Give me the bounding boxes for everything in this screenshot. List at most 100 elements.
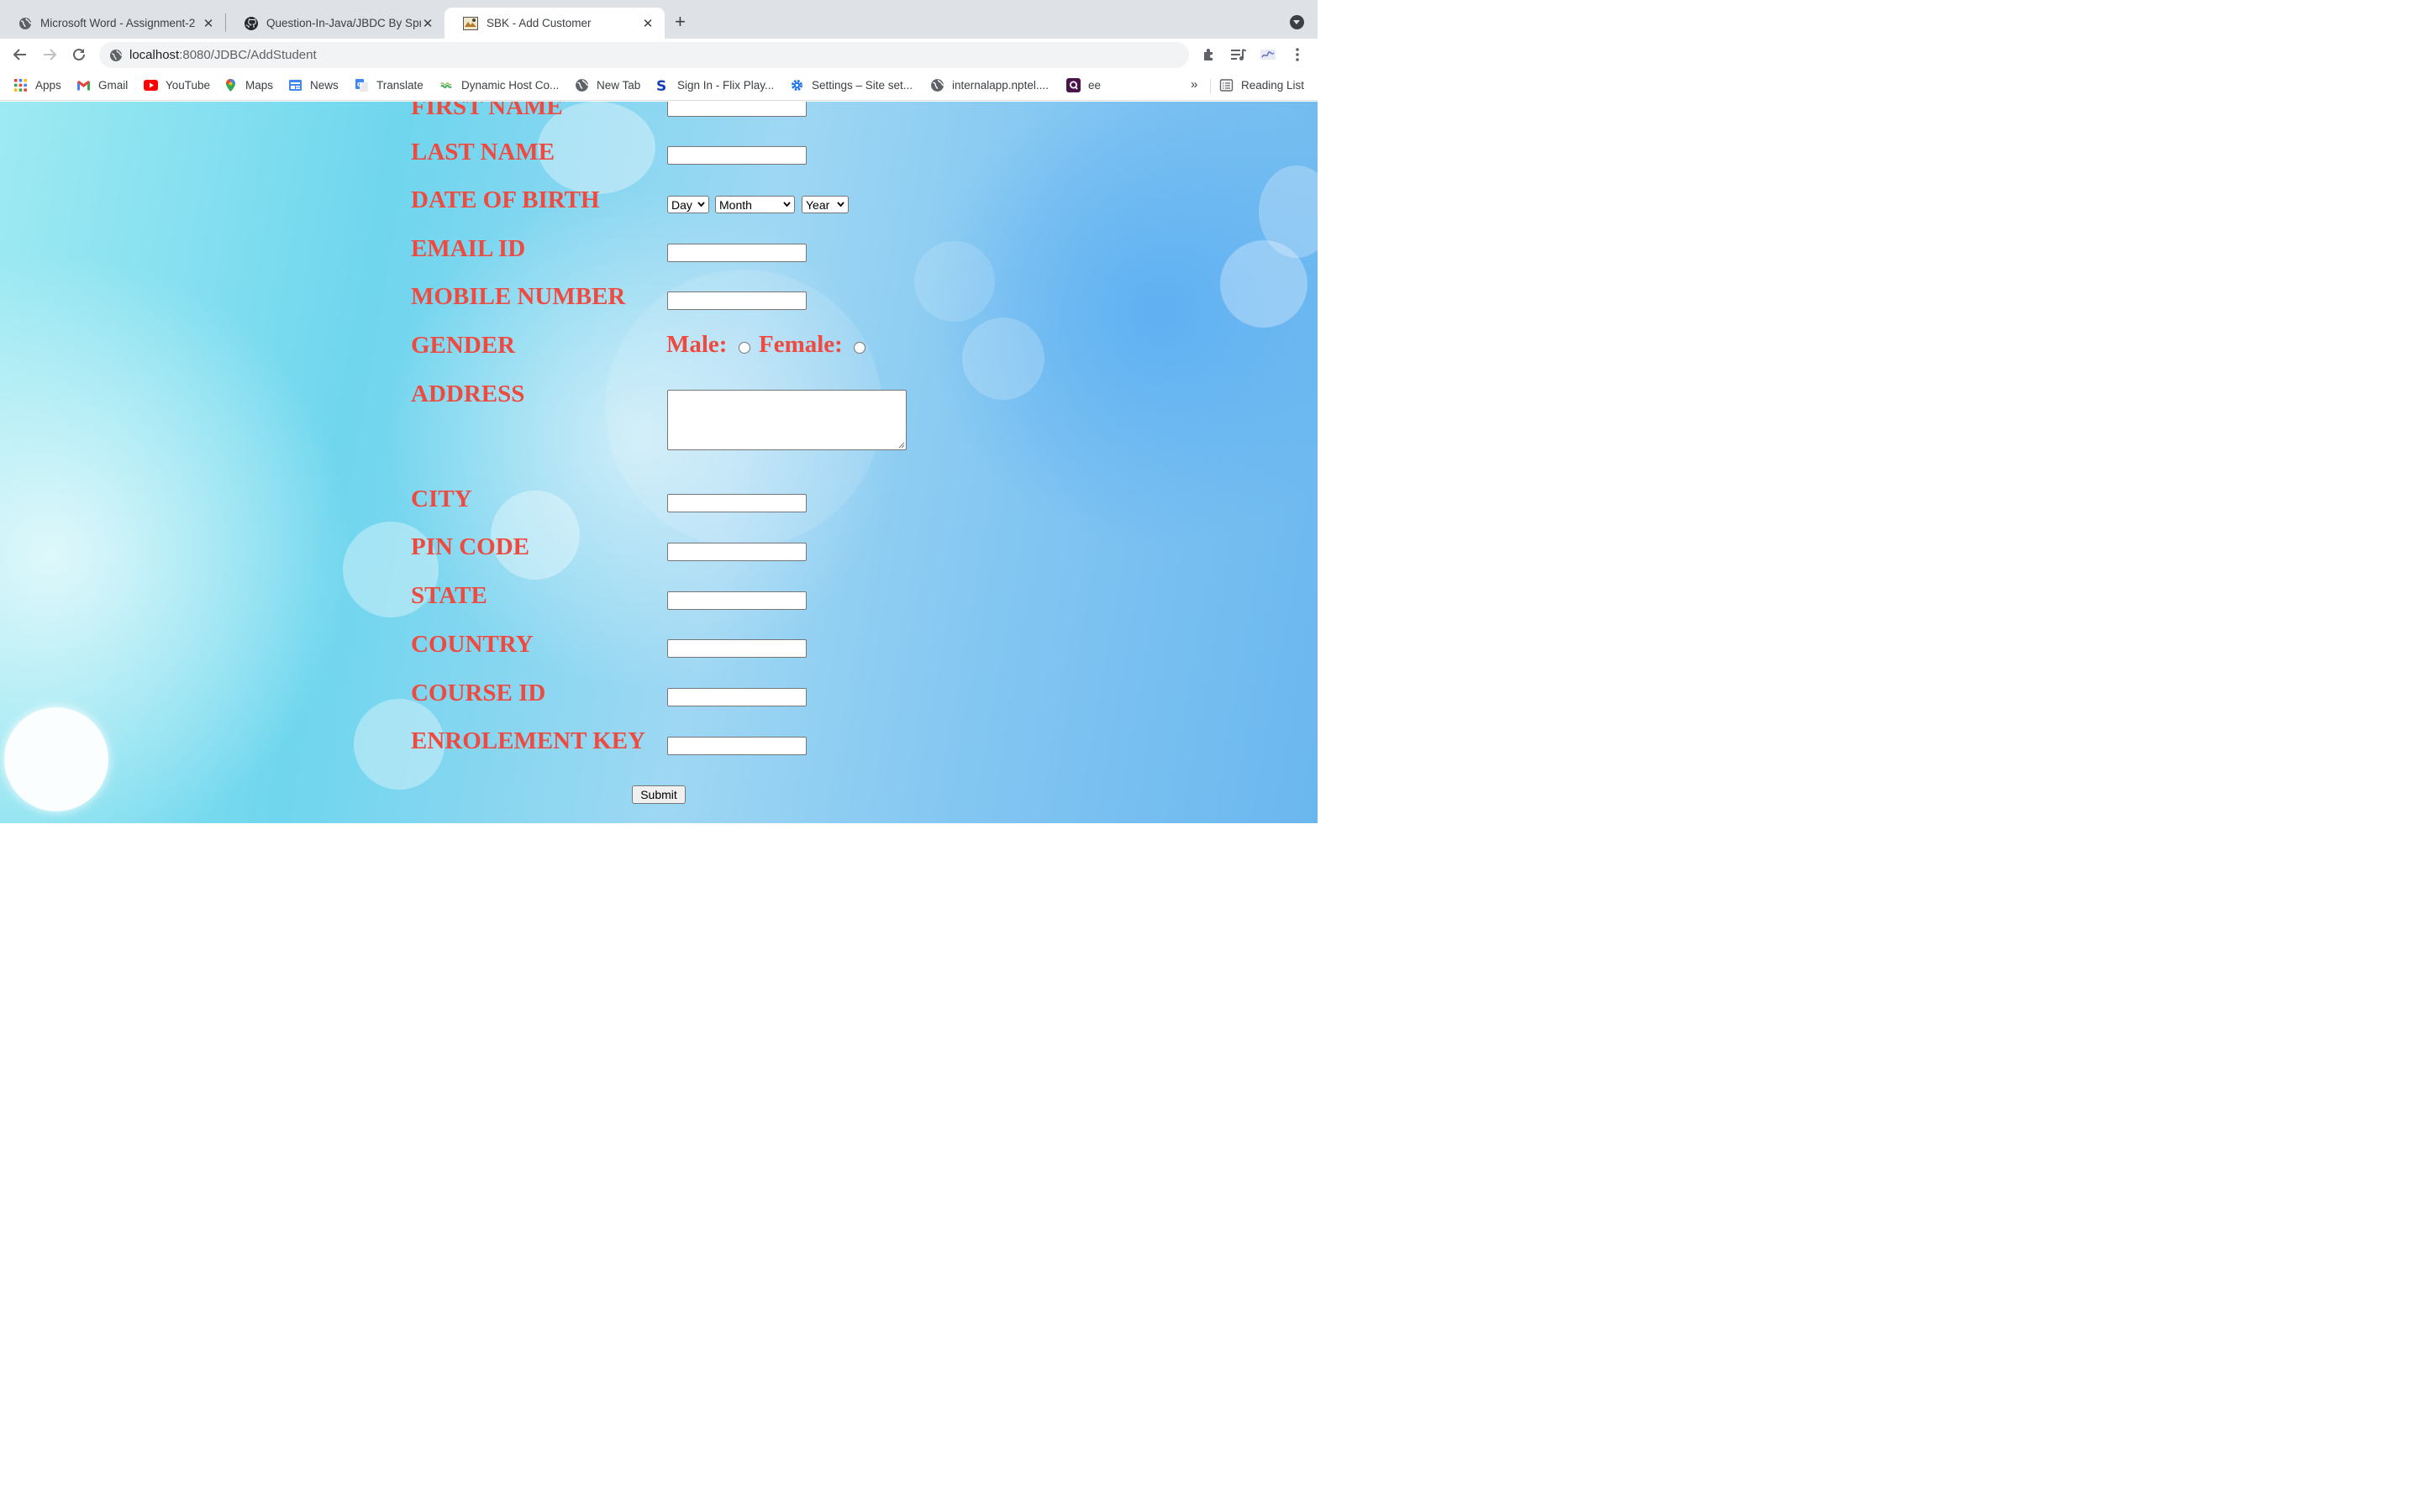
bookmark-news[interactable]: News bbox=[288, 78, 339, 92]
media-controls-icon[interactable] bbox=[1230, 46, 1247, 63]
bookmark-settings[interactable]: Settings – Site set... bbox=[790, 78, 913, 92]
email-id-label: EMAIL ID bbox=[411, 235, 526, 262]
bookmark-label: Sign In - Flix Play... bbox=[677, 79, 775, 92]
bookmark-apps[interactable]: Apps bbox=[13, 78, 61, 92]
globe-icon bbox=[19, 17, 32, 29]
dob-year-select[interactable]: Year bbox=[802, 196, 849, 213]
enrolement-key-label: ENROLEMENT KEY bbox=[411, 727, 646, 754]
state-input[interactable] bbox=[667, 591, 807, 610]
address-textarea[interactable] bbox=[667, 390, 907, 450]
country-label: COUNTRY bbox=[411, 631, 534, 658]
more-menu-icon[interactable] bbox=[1289, 46, 1306, 63]
bookmarks-overflow-button[interactable]: » bbox=[1191, 77, 1197, 92]
bookmark-label: ee bbox=[1088, 79, 1102, 92]
bookmark-new-tab[interactable]: New Tab bbox=[575, 78, 640, 92]
city-label: CITY bbox=[411, 486, 472, 512]
gmail-icon bbox=[77, 81, 90, 91]
svg-text:S: S bbox=[656, 78, 666, 92]
tab-title: Question-In-Java/JBDC By Spring bbox=[266, 17, 421, 29]
bokeh-bubble bbox=[962, 318, 1044, 400]
pin-code-input[interactable] bbox=[667, 543, 807, 561]
new-tab-button[interactable]: + bbox=[675, 12, 686, 32]
forward-button[interactable] bbox=[40, 45, 59, 64]
bookmark-label: Gmail bbox=[98, 79, 129, 92]
chevron-down-icon bbox=[783, 202, 791, 207]
apps-grid-icon bbox=[14, 79, 27, 92]
first-name-input[interactable] bbox=[667, 102, 807, 117]
news-icon bbox=[289, 80, 302, 91]
reading-list-button[interactable]: Reading List bbox=[1219, 78, 1304, 92]
close-icon[interactable]: ✕ bbox=[202, 16, 215, 31]
tab-sbk-add-customer[interactable]: SBK - Add Customer ✕ bbox=[445, 8, 665, 39]
maps-icon bbox=[226, 79, 235, 92]
site-info-icon[interactable] bbox=[109, 49, 123, 62]
bookmark-ee[interactable]: ee bbox=[1066, 78, 1101, 92]
ee-icon bbox=[1066, 78, 1081, 92]
bookmark-label: News bbox=[310, 79, 339, 92]
bookmark-label: Settings – Site set... bbox=[812, 79, 913, 92]
bookmark-flix-play[interactable]: S Sign In - Flix Play... bbox=[655, 78, 774, 92]
bookmark-label: Dynamic Host Co... bbox=[461, 79, 560, 92]
tab-github[interactable]: Question-In-Java/JBDC By Spring ✕ bbox=[226, 8, 445, 39]
tab-search-icon[interactable] bbox=[1290, 15, 1304, 29]
bookmark-label: Maps bbox=[245, 79, 274, 92]
tab-microsoft-word[interactable]: Microsoft Word - Assignment-2 ✕ bbox=[0, 8, 225, 39]
dob-year-value: Year bbox=[806, 197, 830, 212]
reading-list-icon bbox=[1219, 79, 1234, 92]
last-name-input[interactable] bbox=[667, 146, 807, 165]
browser-toolbar: localhost:8080/JDBC/AddStudent bbox=[0, 39, 1318, 71]
reload-button[interactable] bbox=[70, 45, 88, 64]
dob-day-value: Day bbox=[671, 197, 692, 212]
reload-icon bbox=[73, 48, 85, 60]
course-id-input[interactable] bbox=[667, 688, 807, 706]
dynamic-host-icon bbox=[440, 82, 452, 89]
bookmark-maps[interactable]: Maps bbox=[224, 78, 273, 92]
last-name-label: LAST NAME bbox=[411, 139, 555, 165]
arrow-left-icon bbox=[13, 49, 26, 60]
dob-day-select[interactable]: Day bbox=[667, 196, 709, 213]
bookmark-youtube[interactable]: YouTube bbox=[144, 78, 210, 92]
mobile-number-label: MOBILE NUMBER bbox=[411, 283, 626, 310]
email-id-input[interactable] bbox=[667, 244, 807, 262]
gender-label: GENDER bbox=[411, 332, 516, 359]
bookmark-label: Translate bbox=[376, 79, 424, 92]
bookmark-translate[interactable]: G Translate bbox=[355, 78, 424, 92]
date-of-birth-label: DATE OF BIRTH bbox=[411, 186, 600, 213]
arrow-right-icon bbox=[44, 49, 57, 60]
address-label: ADDRESS bbox=[411, 381, 525, 407]
bookmarks-divider bbox=[1210, 79, 1211, 94]
bookmarks-bar: Apps Gmail YouTube Maps News G Translate… bbox=[0, 71, 1318, 101]
enrolement-key-input[interactable] bbox=[667, 737, 807, 755]
bokeh-bubble bbox=[914, 241, 995, 322]
close-icon[interactable]: ✕ bbox=[641, 16, 655, 31]
page-content: FIRST NAME LAST NAME DATE OF BIRTH Day M… bbox=[0, 102, 1318, 823]
profile-avatar-icon[interactable] bbox=[1260, 46, 1276, 63]
pin-code-label: PIN CODE bbox=[411, 533, 529, 560]
globe-icon bbox=[576, 79, 589, 92]
female-label: Female: bbox=[759, 331, 843, 358]
bookmark-label: Apps bbox=[35, 79, 61, 92]
mobile-number-input[interactable] bbox=[667, 291, 807, 310]
close-icon[interactable]: ✕ bbox=[421, 16, 434, 31]
female-radio[interactable] bbox=[854, 342, 865, 354]
resize-handle-icon[interactable] bbox=[897, 441, 905, 449]
extensions-icon[interactable] bbox=[1201, 46, 1218, 63]
youtube-icon bbox=[144, 80, 158, 91]
submit-button[interactable]: Submit bbox=[632, 785, 686, 804]
dob-month-select[interactable]: Month bbox=[715, 196, 795, 213]
bookmark-gmail[interactable]: Gmail bbox=[76, 78, 128, 92]
chevron-down-icon bbox=[837, 202, 844, 207]
github-icon bbox=[245, 16, 258, 30]
tab-strip: Microsoft Word - Assignment-2 ✕ Question… bbox=[0, 0, 1318, 39]
city-input[interactable] bbox=[667, 494, 807, 512]
back-button[interactable] bbox=[11, 45, 29, 64]
page-favicon-icon bbox=[463, 16, 478, 30]
bokeh-bubble bbox=[4, 707, 108, 811]
male-radio[interactable] bbox=[739, 342, 750, 354]
url-text: localhost:8080/JDBC/AddStudent bbox=[129, 48, 317, 62]
reading-list-label: Reading List bbox=[1241, 79, 1305, 92]
address-bar[interactable]: localhost:8080/JDBC/AddStudent bbox=[99, 42, 1189, 68]
bookmark-dynamic-host[interactable]: Dynamic Host Co... bbox=[439, 78, 559, 92]
country-input[interactable] bbox=[667, 639, 807, 658]
bookmark-nptel[interactable]: internalapp.nptel.... bbox=[930, 78, 1049, 92]
